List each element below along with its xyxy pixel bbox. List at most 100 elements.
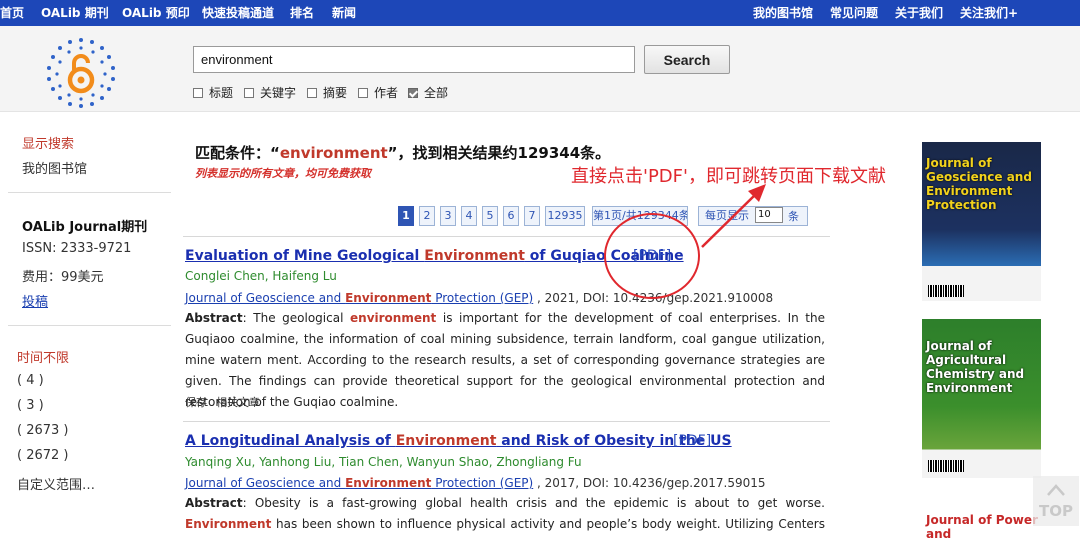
page-3-button[interactable]: 3 — [440, 206, 456, 226]
show-search-link[interactable]: 显示搜索 — [22, 133, 74, 152]
pdf-hint-annotation: 直接点击'PDF'，即可跳转页面下载文献 — [571, 166, 886, 187]
search-button[interactable]: Search — [644, 45, 730, 74]
nav-ranking[interactable]: 排名 — [290, 4, 314, 21]
nav-follow-us[interactable]: 关注我们+ — [960, 4, 1018, 21]
per-page-select[interactable]: 10 — [755, 207, 783, 223]
pdf-download-link[interactable]: [PDF] — [673, 433, 711, 449]
per-page-unit: 条 — [788, 210, 799, 223]
nav-oalib-preprint[interactable]: OALib 预印 — [122, 4, 190, 21]
barcode-icon — [928, 285, 964, 297]
nav-news[interactable]: 新闻 — [332, 4, 356, 21]
abstract-text: has been shown to influence physical act… — [276, 517, 825, 531]
result-authors[interactable]: Yanqing Xu, Yanhong Liu, Tian Chen, Wany… — [185, 455, 582, 469]
filter-all-checkbox[interactable]: 全部 — [408, 84, 448, 101]
page-4-button[interactable]: 4 — [461, 206, 477, 226]
abstract-keyword: Environment — [185, 517, 272, 531]
journal-keyword: Environment — [345, 291, 432, 305]
barcode-icon — [928, 460, 964, 472]
filter-abstract-checkbox[interactable]: 摘要 — [307, 84, 347, 101]
checkbox-box[interactable] — [307, 87, 317, 98]
journal-text: Journal of Geoscience and — [185, 476, 346, 490]
checkbox-box[interactable] — [358, 87, 368, 98]
doi-meta: , 2017, DOI: 10.4236/gep.2017.59015 — [533, 476, 766, 490]
time-filter-item[interactable]: ( 2673 ) — [17, 423, 69, 438]
match-suffix: ”，找到相关结果约129344条。 — [387, 144, 611, 162]
chevron-up-icon — [1047, 484, 1065, 496]
page-6-button[interactable]: 6 — [503, 206, 519, 226]
journal-link[interactable]: Journal of Geoscience and Environment Pr… — [185, 476, 533, 490]
time-filter-custom-range[interactable]: 自定义范围… — [17, 474, 95, 493]
page-7-button[interactable]: 7 — [524, 206, 540, 226]
result-abstract: Abstract: Obesity is a fast-growing glob… — [185, 493, 825, 535]
time-filter-item[interactable]: ( 2672 ) — [17, 448, 69, 463]
filter-label: 关键字 — [260, 86, 297, 100]
sidebar-divider — [8, 325, 171, 326]
journal-text: Protection (GEP) — [431, 291, 534, 305]
submit-link[interactable]: 投稿 — [22, 291, 48, 310]
page-2-button[interactable]: 2 — [419, 206, 435, 226]
filter-title-checkbox[interactable]: 标题 — [193, 84, 233, 101]
abstract-text: : The geological — [242, 311, 351, 325]
abstract-text: : Obesity is a fast-growing global healt… — [242, 496, 825, 510]
related-articles-link[interactable]: 相关文章 — [216, 396, 260, 409]
time-filter-item[interactable]: ( 3 ) — [17, 398, 44, 413]
abstract-label: Abstract — [185, 311, 243, 325]
save-link[interactable]: 保存 — [185, 396, 207, 409]
checkbox-box-checked[interactable] — [408, 87, 418, 98]
abstract-keyword: environment — [350, 311, 437, 325]
results-divider — [183, 236, 830, 237]
cover-title: Journal of Power and — [926, 513, 1038, 539]
filter-keyword-checkbox[interactable]: 关键字 — [244, 84, 296, 101]
nav-faq[interactable]: 常见问题 — [830, 4, 878, 21]
page-info: 第1页/共129344条 — [592, 206, 688, 226]
journal-link[interactable]: Journal of Geoscience and Environment Pr… — [185, 291, 533, 305]
result-abstract: Abstract: The geological environment is … — [185, 308, 825, 413]
match-prefix: 匹配条件：“ — [195, 144, 280, 162]
checkbox-box[interactable] — [244, 87, 254, 98]
page-last-button[interactable]: 12935 — [545, 206, 585, 226]
filter-label: 标题 — [209, 86, 234, 100]
open-access-logo-icon[interactable] — [44, 36, 118, 110]
my-library-link[interactable]: 我的图书馆 — [22, 158, 87, 177]
result-journal-line: Journal of Geoscience and Environment Pr… — [185, 476, 766, 490]
back-to-top-button[interactable]: TOP — [1033, 476, 1079, 526]
sidebar-divider — [8, 192, 171, 193]
page-1-button[interactable]: 1 — [398, 206, 414, 226]
title-keyword: Environment — [395, 433, 497, 449]
filter-author-checkbox[interactable]: 作者 — [358, 84, 398, 101]
title-keyword: Environment — [424, 248, 525, 264]
nav-oalib-journal[interactable]: OALib 期刊 — [41, 4, 109, 21]
nav-about-us[interactable]: 关于我们 — [895, 4, 943, 21]
nav-my-library[interactable]: 我的图书馆 — [753, 4, 813, 21]
result-actions: 保存 相关文章 — [185, 394, 269, 410]
top-nav-bar: 首页 OALib 期刊 OALib 预印 快速投稿通道 排名 新闻 我的图书馆 … — [0, 0, 1080, 26]
result-journal-line: Journal of Geoscience and Environment Pr… — [185, 291, 773, 305]
nav-fast-submission[interactable]: 快速投稿通道 — [202, 4, 274, 21]
time-filter-item[interactable]: ( 4 ) — [17, 373, 44, 388]
doi-meta: , 2021, DOI: 10.4236/gep.2021.910008 — [533, 291, 774, 305]
result-title-link[interactable]: Evaluation of Mine Geological Environmen… — [185, 248, 684, 264]
result-title-link[interactable]: A Longitudinal Analysis of Environment a… — [185, 433, 732, 449]
result-authors[interactable]: Conglei Chen, Haifeng Lu — [185, 269, 337, 283]
journal-issn: ISSN: 2333-9721 — [22, 241, 132, 256]
nav-home[interactable]: 首页 — [0, 4, 24, 21]
per-page-label: 每页显示 — [705, 209, 749, 222]
journal-cover-agricultural[interactable]: Journal of Agricultural Chemistry and En… — [922, 319, 1041, 478]
pdf-download-link[interactable]: [PDF] — [633, 248, 671, 264]
search-input[interactable] — [193, 46, 635, 73]
page-5-button[interactable]: 5 — [482, 206, 498, 226]
journal-cover-geoscience[interactable]: Journal of Geoscience and Environment Pr… — [922, 142, 1041, 301]
filter-label: 摘要 — [323, 86, 348, 100]
filter-label: 全部 — [424, 86, 449, 100]
match-keyword: environment — [279, 144, 388, 162]
journal-text: Journal of Geoscience and — [185, 291, 346, 305]
title-text: Evaluation of Mine Geological — [185, 248, 425, 264]
match-summary: 匹配条件：“environment”，找到相关结果约129344条。 — [195, 142, 610, 163]
checkbox-box[interactable] — [193, 87, 203, 98]
cover-title: Journal of Geoscience and Environment Pr… — [926, 156, 1032, 212]
filter-label: 作者 — [374, 86, 399, 100]
journal-cover-power[interactable]: Journal of Power and — [922, 495, 1041, 539]
time-filter-header[interactable]: 时间不限 — [17, 347, 69, 366]
title-text: A Longitudinal Analysis of — [185, 433, 396, 449]
to-top-label: TOP — [1039, 502, 1073, 520]
